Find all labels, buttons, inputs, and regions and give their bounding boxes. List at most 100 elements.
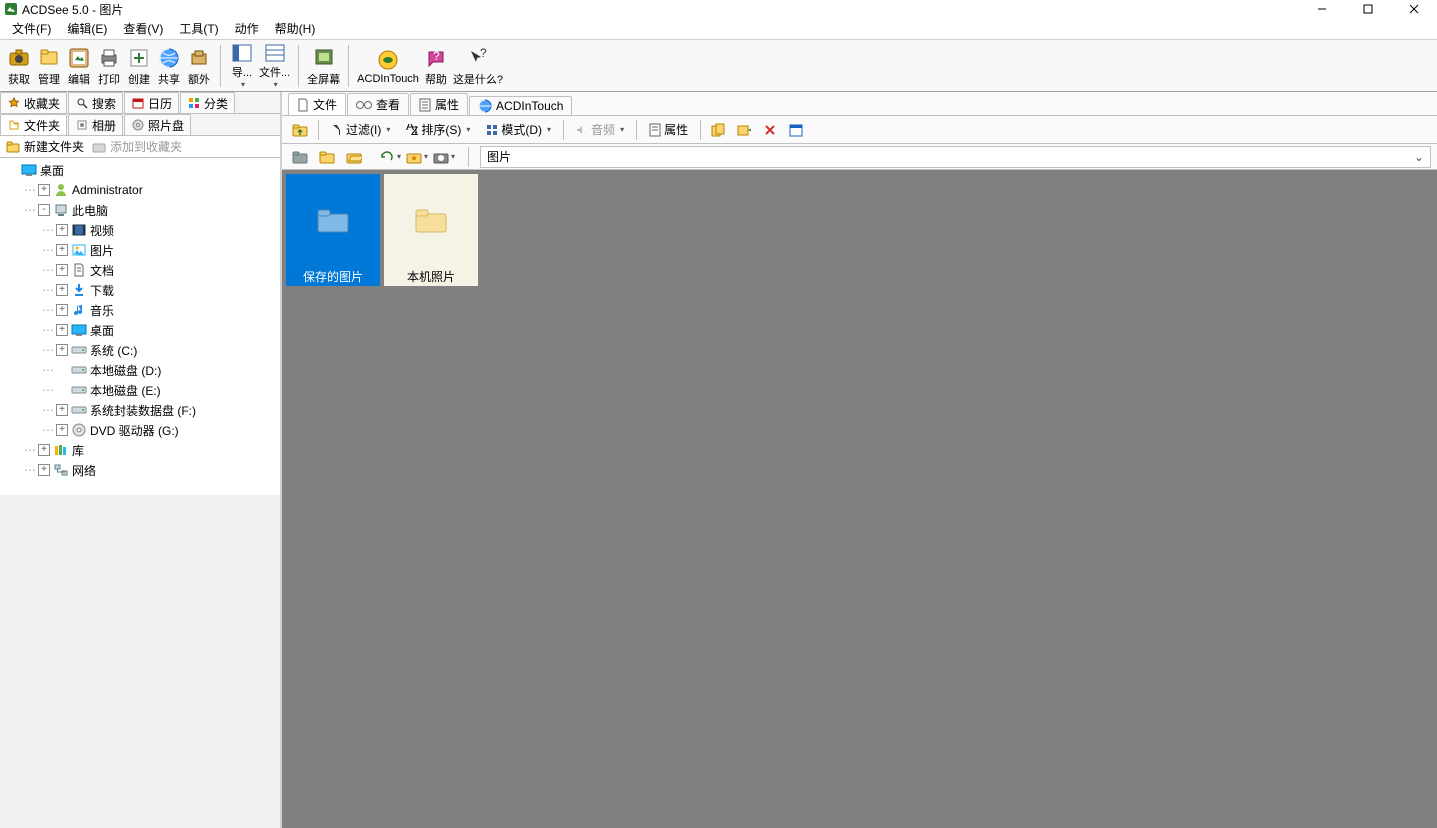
- calendar-icon: [131, 96, 145, 110]
- tab-calendar[interactable]: 日历: [124, 92, 179, 113]
- up-folder-button[interactable]: [288, 119, 312, 141]
- tab-file[interactable]: 文件: [288, 93, 346, 115]
- expand-icon[interactable]: +: [38, 184, 50, 196]
- tree-node[interactable]: ⋯+文档: [2, 260, 280, 280]
- close-button[interactable]: [1391, 0, 1437, 18]
- favorites-folder-icon[interactable]: ▾: [405, 146, 429, 168]
- tree-node[interactable]: 桌面: [2, 160, 280, 180]
- folder-tree[interactable]: 桌面⋯+Administrator⋯-此电脑⋯+视频⋯+图片⋯+文档⋯+下载⋯+…: [0, 158, 280, 495]
- menu-help[interactable]: 帮助(H): [267, 18, 324, 39]
- whatsthis-button[interactable]: ?这是什么?: [451, 42, 505, 90]
- expand-icon[interactable]: +: [56, 224, 68, 236]
- menu-edit[interactable]: 编辑(E): [59, 18, 115, 39]
- tree-node[interactable]: ⋯+音乐: [2, 300, 280, 320]
- tab-view[interactable]: 查看: [347, 93, 409, 115]
- thumbnail-area[interactable]: 保存的图片本机照片: [282, 170, 1437, 828]
- tab-acdintouch[interactable]: ACDInTouch: [469, 96, 572, 115]
- add-favorite-button[interactable]: 添加到收藏夹: [92, 138, 182, 155]
- menu-actions[interactable]: 动作: [227, 18, 267, 39]
- menu-view[interactable]: 查看(V): [115, 18, 171, 39]
- tree-node[interactable]: ⋯+系统 (C:): [2, 340, 280, 360]
- acdintouch-button[interactable]: ACDInTouch: [355, 42, 421, 90]
- filelist-button[interactable]: 文件...▾: [257, 42, 292, 90]
- toolbar-group-3: 全屏幕: [305, 42, 342, 89]
- create-button[interactable]: 创建: [124, 42, 154, 90]
- audio-button[interactable]: 音频▾: [570, 119, 630, 141]
- tree-node[interactable]: ⋯+图片: [2, 240, 280, 260]
- tree-node[interactable]: ⋯+网络: [2, 460, 280, 480]
- expand-icon[interactable]: +: [38, 464, 50, 476]
- open-folder-icon[interactable]: [342, 146, 366, 168]
- left-empty-area: [0, 495, 280, 828]
- folder-icon-1[interactable]: [288, 146, 312, 168]
- tree-node[interactable]: ⋯+系统封装数据盘 (F:): [2, 400, 280, 420]
- share-button[interactable]: 共享: [154, 42, 184, 90]
- expand-icon[interactable]: +: [56, 244, 68, 256]
- tree-node[interactable]: ⋯+DVD 驱动器 (G:): [2, 420, 280, 440]
- tree-node[interactable]: ⋯+下载: [2, 280, 280, 300]
- refresh-icon[interactable]: ▾: [378, 146, 402, 168]
- maximize-button[interactable]: [1345, 0, 1391, 18]
- copy-button[interactable]: [707, 119, 729, 141]
- folder-icon-2[interactable]: [315, 146, 339, 168]
- toolbar-group-4: ACDInTouch ?帮助 ?这是什么?: [355, 42, 505, 89]
- menu-file[interactable]: 文件(F): [4, 18, 59, 39]
- expand-icon[interactable]: +: [56, 304, 68, 316]
- tab-categories[interactable]: 分类: [180, 92, 235, 113]
- expand-icon[interactable]: +: [56, 424, 68, 436]
- calendar-button[interactable]: [785, 119, 807, 141]
- tab-photodiscs[interactable]: 照片盘: [124, 114, 191, 135]
- right-panel: 文件 查看 属性 ACDInTouch 过滤(I)▾ AZ排序(S)▾ 模式(D…: [282, 92, 1437, 828]
- expand-icon[interactable]: +: [56, 344, 68, 356]
- nav-icon-row: ▾ ▾ ▾ 图片 ⌄: [282, 144, 1437, 170]
- fullscreen-button[interactable]: 全屏幕: [305, 42, 342, 90]
- tree-node[interactable]: ⋯-此电脑: [2, 200, 280, 220]
- print-button[interactable]: 打印: [94, 42, 124, 90]
- extras-button[interactable]: 额外: [184, 42, 214, 90]
- tree-node[interactable]: ⋯本地磁盘 (D:): [2, 360, 280, 380]
- tab-folders[interactable]: 文件夹: [0, 114, 67, 135]
- minimize-button[interactable]: [1299, 0, 1345, 18]
- sort-button[interactable]: AZ排序(S)▾: [400, 119, 476, 141]
- breadcrumb-bar[interactable]: 图片 ⌄: [480, 146, 1431, 168]
- thumbnail-item[interactable]: 保存的图片: [286, 174, 380, 824]
- navpane-button[interactable]: 导...▾: [227, 42, 257, 90]
- tree-node[interactable]: ⋯+库: [2, 440, 280, 460]
- new-folder-button[interactable]: 新建文件夹: [6, 138, 84, 155]
- expand-icon[interactable]: +: [38, 444, 50, 456]
- tree-label: 文档: [90, 262, 114, 279]
- expand-icon[interactable]: +: [56, 404, 68, 416]
- expand-icon[interactable]: +: [56, 264, 68, 276]
- history-icon[interactable]: ▾: [432, 146, 456, 168]
- app-icon: [4, 2, 18, 16]
- tree-node[interactable]: ⋯本地磁盘 (E:): [2, 380, 280, 400]
- right-toolbar: 过滤(I)▾ AZ排序(S)▾ 模式(D)▾ 音频▾ 属性: [282, 116, 1437, 144]
- albums-icon: [75, 118, 89, 132]
- tab-favorites[interactable]: 收藏夹: [0, 92, 67, 113]
- properties-button[interactable]: 属性: [643, 119, 694, 141]
- tree-label: 图片: [90, 242, 114, 259]
- menu-tools[interactable]: 工具(T): [171, 18, 226, 39]
- mode-button[interactable]: 模式(D)▾: [480, 119, 557, 141]
- collapse-icon[interactable]: -: [38, 204, 50, 216]
- tab-properties[interactable]: 属性: [410, 93, 468, 115]
- delete-button[interactable]: [759, 119, 781, 141]
- move-button[interactable]: [733, 119, 755, 141]
- pc-icon: [53, 203, 69, 217]
- manage-button[interactable]: 管理: [34, 42, 64, 90]
- expand-icon[interactable]: +: [56, 324, 68, 336]
- tree-node[interactable]: ⋯+视频: [2, 220, 280, 240]
- tree-node[interactable]: ⋯+桌面: [2, 320, 280, 340]
- tab-search[interactable]: 搜索: [68, 92, 123, 113]
- tab-albums[interactable]: 相册: [68, 114, 123, 135]
- thumbnail-item[interactable]: 本机照片: [384, 174, 478, 824]
- download-icon: [71, 283, 87, 297]
- chevron-down-icon[interactable]: ⌄: [1414, 150, 1424, 164]
- help-button[interactable]: ?帮助: [421, 42, 451, 90]
- tree-node[interactable]: ⋯+Administrator: [2, 180, 280, 200]
- edit-button[interactable]: 编辑: [64, 42, 94, 90]
- filter-button[interactable]: 过滤(I)▾: [325, 119, 396, 141]
- acquire-button[interactable]: 获取: [4, 42, 34, 90]
- chevron-down-icon: ▾: [466, 125, 470, 134]
- expand-icon[interactable]: +: [56, 284, 68, 296]
